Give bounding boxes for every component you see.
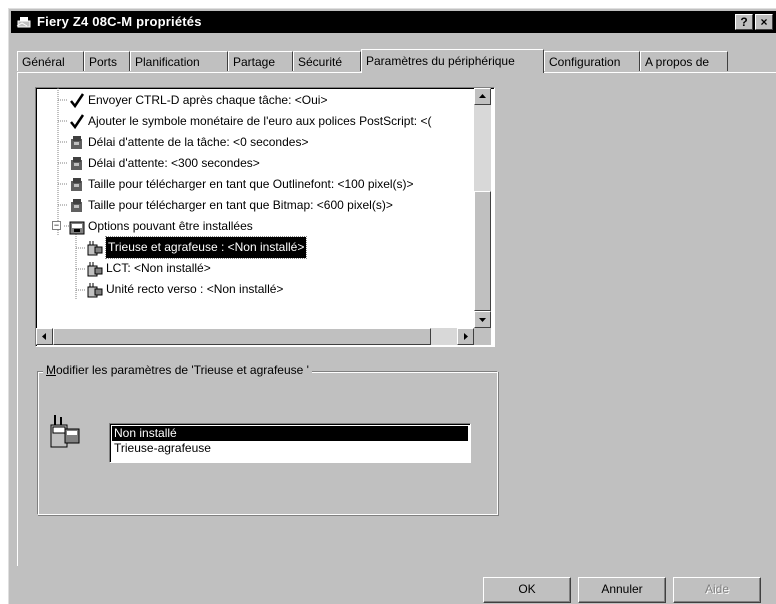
close-button[interactable]: × [755, 14, 773, 30]
group-label-mnemonic: M [46, 363, 56, 377]
right-arrow-icon [464, 333, 468, 340]
group-label-text: odifier les paramètres de 'Trieuse et ag… [56, 363, 309, 377]
tree-expander[interactable]: − [52, 221, 61, 230]
up-arrow-icon [479, 94, 486, 98]
tree-item-label: Envoyer CTRL-D après chaque tâche: <Oui> [88, 93, 328, 107]
tree-item-label: Trieuse et agrafeuse : <Non installé> [104, 236, 308, 259]
tab-general[interactable]: Général [17, 51, 84, 71]
cancel-button[interactable]: Annuler [578, 577, 666, 603]
settings-icon [68, 155, 86, 173]
tab-partage[interactable]: Partage [228, 51, 293, 71]
tree-item-label: Délai d'attente de la tâche: <0 secondes… [88, 135, 309, 149]
ok-button[interactable]: OK [483, 577, 571, 603]
tab-strip: Général Ports Planification Partage Sécu… [17, 49, 776, 73]
properties-window: Fiery Z4 08C-M propriétés ? × Général Po… [8, 8, 776, 604]
window-title: Fiery Z4 08C-M propriétés [37, 14, 202, 29]
tree-item-label: LCT: <Non installé> [106, 261, 211, 275]
tree-item-label: Délai d'attente: <300 secondes> [88, 156, 260, 170]
scroll-down-button[interactable] [474, 311, 491, 328]
device-option-icon [86, 260, 104, 278]
tab-securite[interactable]: Sécurité [293, 51, 361, 71]
checkmark-icon [68, 113, 86, 131]
help-title-button[interactable]: ? [735, 14, 753, 30]
title-bar[interactable]: Fiery Z4 08C-M propriétés ? × [11, 11, 776, 33]
tree-item-label: Unité recto verso : <Non installé> [106, 282, 284, 296]
scroll-up-button[interactable] [474, 88, 491, 105]
left-arrow-icon [42, 333, 46, 340]
help-button[interactable]: Aide [673, 577, 761, 603]
device-option-icon [86, 239, 104, 257]
option-listbox[interactable]: Non installé Trieuse-agrafeuse [109, 423, 471, 463]
scroll-left-button[interactable] [36, 328, 53, 345]
sorter-stapler-icon [47, 413, 83, 451]
settings-icon [68, 134, 86, 152]
horizontal-scrollbar[interactable] [36, 328, 474, 345]
printer-options-icon [68, 218, 86, 236]
group-label: Modifier les paramètres de 'Trieuse et a… [43, 363, 312, 377]
horizontal-scroll-thumb[interactable] [53, 328, 431, 345]
settings-icon [68, 197, 86, 215]
tree-item-label: Taille pour télécharger en tant que Bitm… [88, 198, 393, 212]
tree-item-label: Options pouvant être installées [88, 219, 253, 233]
printer-icon [16, 14, 32, 30]
device-option-icon [86, 281, 104, 299]
scroll-right-button[interactable] [457, 328, 474, 345]
tree-item-label: Taille pour télécharger en tant que Outl… [88, 177, 414, 191]
tab-device-settings[interactable]: Paramètres du périphérique [361, 49, 544, 73]
down-arrow-icon [479, 318, 486, 322]
checkmark-icon [68, 92, 86, 110]
tree-item-label: Ajouter le symbole monétaire de l'euro a… [88, 114, 432, 128]
scroll-corner [474, 328, 491, 345]
list-item-not-installed[interactable]: Non installé [112, 426, 468, 441]
vertical-scrollbar[interactable] [474, 88, 491, 328]
tab-configuration[interactable]: Configuration [544, 51, 640, 71]
settings-icon [68, 176, 86, 194]
list-item-sorter-stapler[interactable]: Trieuse-agrafeuse [112, 441, 468, 456]
tab-planification[interactable]: Planification [130, 51, 228, 71]
vertical-scroll-thumb[interactable] [474, 191, 491, 311]
settings-tree[interactable]: − Envoyer CTRL-D après chaque tâche: <Ou… [35, 87, 495, 347]
tab-about[interactable]: A propos de [640, 51, 728, 71]
tab-ports[interactable]: Ports [84, 51, 130, 71]
